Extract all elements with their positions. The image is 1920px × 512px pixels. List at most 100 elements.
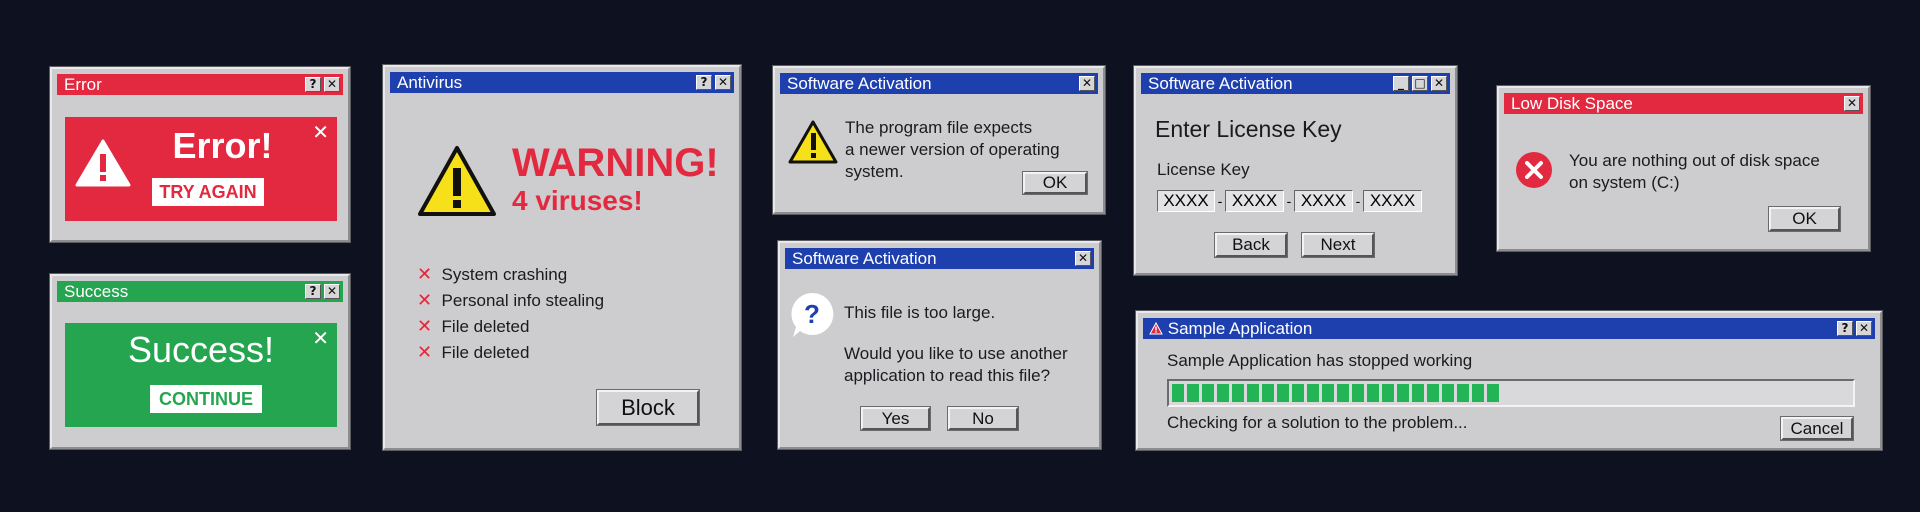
list-item: ✕ System crashing: [417, 264, 568, 285]
message-line-1: This file is too large.: [844, 303, 996, 322]
progress-bar: [1167, 379, 1855, 407]
maximize-button[interactable]: □: [1412, 76, 1428, 91]
title-bar: Success ? ✕: [57, 281, 343, 302]
progress-segment: [1442, 384, 1454, 402]
close-icon[interactable]: ✕: [312, 120, 329, 144]
close-button[interactable]: ✕: [1075, 251, 1091, 266]
low-disk-space-window: Low Disk Space ✕ You are nothing out of …: [1497, 86, 1870, 251]
x-icon: ✕: [417, 342, 433, 363]
separator: -: [1355, 193, 1361, 209]
progress-segment: [1487, 384, 1499, 402]
license-fields: XXXX - XXXX - XXXX - XXXX: [1157, 190, 1422, 212]
close-button[interactable]: ✕: [324, 77, 340, 92]
close-icon[interactable]: ✕: [312, 326, 329, 350]
help-button[interactable]: ?: [305, 284, 321, 299]
help-button[interactable]: ?: [305, 77, 321, 92]
progress-segment: [1472, 384, 1484, 402]
success-alert-panel: Success! CONTINUE ✕: [65, 323, 337, 427]
progress-segment: [1397, 384, 1409, 402]
success-window: Success ? ✕ Success! CONTINUE ✕: [50, 274, 350, 449]
question-icon: ?: [791, 292, 834, 337]
warning-heading: WARNING!: [512, 141, 719, 185]
progress-segment: [1217, 384, 1229, 402]
continue-button[interactable]: CONTINUE: [150, 385, 262, 413]
ok-button[interactable]: OK: [1023, 172, 1087, 194]
progress-segment: [1247, 384, 1259, 402]
cancel-button[interactable]: Cancel: [1781, 417, 1853, 440]
title-bar: Sample Application ? ✕: [1143, 318, 1875, 339]
antivirus-window: Antivirus ? ✕ WARNING! 4 viruses! ✕ Syst…: [383, 65, 741, 450]
window-title: Success: [64, 282, 129, 301]
progress-segment: [1382, 384, 1394, 402]
progress-segment: [1307, 384, 1319, 402]
list-item: ✕ File deleted: [417, 316, 530, 337]
threat-list: ✕ System crashing ✕ Personal info steali…: [417, 264, 604, 368]
block-button[interactable]: Block: [597, 390, 699, 425]
svg-text:?: ?: [804, 299, 820, 329]
warning-icon: [788, 120, 838, 164]
software-activation-window-1: Software Activation ✕ The program file e…: [773, 66, 1105, 214]
progress-segment: [1232, 384, 1244, 402]
error-heading: Error!: [172, 125, 273, 166]
list-item: ✕ Personal info stealing: [417, 290, 605, 311]
window-title: Software Activation: [792, 249, 937, 268]
help-button[interactable]: ?: [696, 75, 712, 90]
back-button[interactable]: Back: [1215, 233, 1287, 257]
message-line-2: Would you like to use another applicatio…: [844, 344, 1068, 385]
progress-segment: [1172, 384, 1184, 402]
success-heading: Success!: [127, 329, 275, 370]
software-activation-window-2: Software Activation ✕ ? This file is too…: [778, 241, 1101, 449]
license-field-4[interactable]: XXXX: [1363, 190, 1422, 212]
list-item: ✕ File deleted: [417, 342, 530, 363]
close-button[interactable]: ✕: [324, 284, 340, 299]
progress-segment: [1457, 384, 1469, 402]
window-title: Low Disk Space: [1511, 94, 1633, 113]
close-button[interactable]: ✕: [1079, 76, 1095, 91]
title-bar: Error ? ✕: [57, 74, 343, 95]
window-title: Software Activation: [1148, 74, 1293, 93]
title-bar: Low Disk Space ✕: [1504, 93, 1863, 114]
progress-segment: [1412, 384, 1424, 402]
ok-button[interactable]: OK: [1769, 207, 1840, 231]
progress-segment: [1322, 384, 1334, 402]
progress-segment: [1427, 384, 1439, 402]
message: You are nothing out of disk space on sys…: [1569, 151, 1820, 192]
progress-segment: [1337, 384, 1349, 402]
warning-icon: [418, 146, 496, 216]
minimize-button[interactable]: _: [1393, 76, 1409, 91]
close-button[interactable]: ✕: [1856, 321, 1872, 336]
progress-segment: [1262, 384, 1274, 402]
license-heading: Enter License Key: [1155, 116, 1342, 142]
window-title: Antivirus: [397, 73, 463, 92]
license-label: License Key: [1157, 160, 1250, 179]
error-message: Sample Application has stopped working: [1167, 351, 1473, 370]
title-bar: Software Activation ✕: [780, 73, 1098, 94]
no-button[interactable]: No: [948, 407, 1018, 430]
window-title: Error: [64, 75, 102, 94]
sample-application-window: Sample Application ? ✕ Sample Applicatio…: [1136, 311, 1882, 450]
separator: -: [1217, 193, 1223, 209]
window-title: Software Activation: [787, 74, 932, 93]
close-button[interactable]: ✕: [715, 75, 731, 90]
license-field-3[interactable]: XXXX: [1294, 190, 1353, 212]
yes-button[interactable]: Yes: [861, 407, 930, 430]
error-alert-panel: Error! TRY AGAIN ✕: [65, 117, 337, 221]
warning-icon: [75, 139, 131, 187]
title-bar: Antivirus ? ✕: [390, 72, 734, 93]
status-text: Checking for a solution to the problem..…: [1167, 413, 1468, 432]
next-button[interactable]: Next: [1302, 233, 1374, 257]
progress-segment: [1277, 384, 1289, 402]
license-field-1[interactable]: XXXX: [1157, 190, 1215, 212]
close-button[interactable]: ✕: [1431, 76, 1447, 91]
try-again-button[interactable]: TRY AGAIN: [152, 178, 264, 206]
progress-segment: [1367, 384, 1379, 402]
window-title: Sample Application: [1167, 319, 1313, 338]
license-field-2[interactable]: XXXX: [1225, 190, 1284, 212]
x-icon: ✕: [417, 264, 433, 285]
title-bar: Software Activation ✕: [785, 248, 1094, 269]
error-icon: [1516, 152, 1552, 188]
x-icon: ✕: [417, 290, 433, 311]
help-button[interactable]: ?: [1837, 321, 1853, 336]
title-bar: Software Activation _ □ ✕: [1141, 73, 1450, 94]
close-button[interactable]: ✕: [1844, 96, 1860, 111]
